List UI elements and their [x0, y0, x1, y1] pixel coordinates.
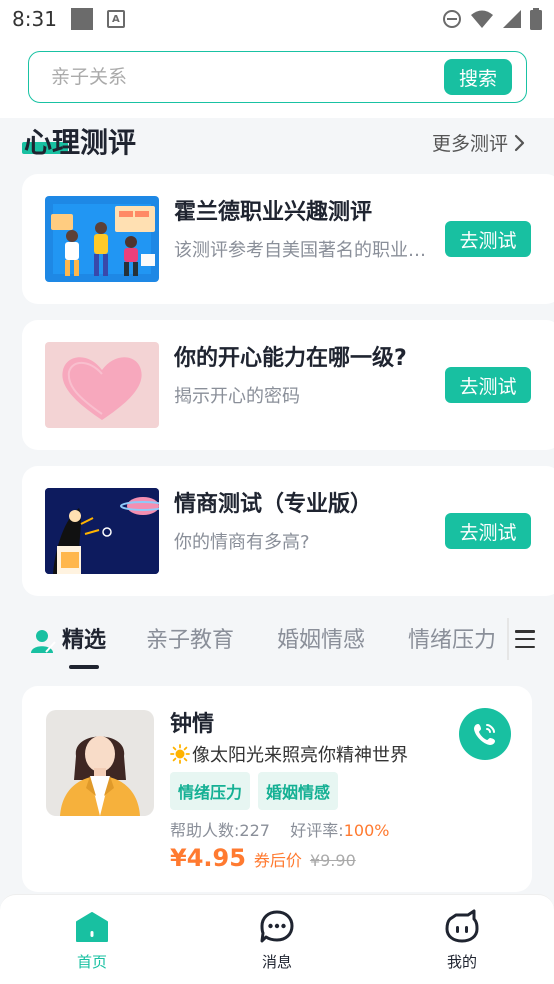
price-now: ¥4.95	[170, 844, 246, 872]
category-tabs: 精选 亲子教育 婚姻情感 情绪压力	[0, 610, 554, 672]
nav-home[interactable]: 首页	[52, 909, 132, 972]
counselor-price: ¥4.95 券后价 ¥9.90	[170, 844, 356, 872]
more-tests-label: 更多测评	[431, 133, 508, 155]
bottom-nav: 首页 消息 我的	[0, 894, 554, 984]
nav-home-label: 首页	[76, 953, 107, 971]
tag-stress: 情绪压力	[170, 772, 251, 810]
nav-messages-label: 消息	[261, 953, 292, 971]
dnd-icon	[443, 10, 461, 28]
test-title: 你的开心能力在哪一级?	[174, 346, 407, 371]
status-time: 8:31	[12, 7, 57, 31]
nav-messages[interactable]: 消息	[237, 909, 317, 972]
search-button[interactable]: 搜索	[444, 59, 512, 95]
take-test-button[interactable]: 去测试	[445, 367, 531, 403]
test-card[interactable]: 情商测试（专业版） 你的情商有多高? 去测试	[22, 466, 554, 596]
test-title: 霍兰德职业兴趣测评	[174, 200, 373, 225]
home-icon	[76, 912, 108, 942]
phone-icon	[474, 724, 495, 745]
heart-image	[45, 342, 159, 428]
price-original: ¥9.90	[309, 851, 356, 870]
test-card[interactable]: 霍兰德职业兴趣测评 该测评参考自美国著名的职业指导专家 去测试	[22, 174, 554, 304]
search-input[interactable]	[51, 66, 444, 88]
career-test-image	[45, 196, 159, 282]
battery-icon	[530, 8, 542, 30]
test-desc: 你的情商有多高?	[174, 532, 310, 553]
counselor-stats: 帮助人数:227 好评率:100%	[170, 817, 389, 841]
more-tests-link[interactable]: 更多测评	[432, 129, 526, 156]
tab-featured[interactable]: 精选	[62, 622, 106, 654]
tab-parenting[interactable]: 亲子教育	[146, 622, 234, 654]
eq-test-image	[45, 488, 159, 574]
status-bar: 8:31 A	[0, 0, 554, 38]
sun-icon	[170, 744, 190, 764]
tab-divider	[507, 618, 509, 660]
square-notification-icon	[70, 8, 93, 30]
nav-profile[interactable]: 我的	[422, 909, 502, 972]
wifi-icon	[471, 10, 493, 28]
a-notification-icon: A	[106, 10, 125, 28]
call-button[interactable]	[459, 708, 511, 760]
message-icon	[260, 910, 294, 943]
active-tab-indicator	[69, 665, 99, 669]
counselor-name: 钟情	[170, 712, 215, 737]
counselor-card[interactable]: 钟情 像太阳光来照亮你精神世界 情绪压力 婚姻情感 帮助人数:227 好评率:1…	[22, 686, 532, 892]
counselor-tags: 情绪压力 婚姻情感	[170, 772, 339, 810]
tab-marriage[interactable]: 婚姻情感	[277, 622, 365, 654]
counselor-avatar	[46, 710, 154, 816]
nav-profile-label: 我的	[446, 953, 477, 971]
chevron-right-icon	[514, 134, 525, 151]
rating-label: 好评率:	[290, 821, 344, 840]
section-title: 心理测评	[24, 126, 137, 159]
system-icons	[442, 8, 542, 30]
test-desc: 该测评参考自美国著名的职业指导专家	[174, 240, 430, 261]
counselor-motto: 像太阳光来照亮你精神世界	[192, 745, 408, 766]
profile-icon	[445, 909, 479, 943]
price-coupon-label: 券后价	[253, 851, 302, 870]
test-card[interactable]: 你的开心能力在哪一级? 揭示开心的密码 去测试	[22, 320, 554, 450]
tag-marriage: 婚姻情感	[258, 772, 339, 810]
counselor-motto-row: 像太阳光来照亮你精神世界	[170, 741, 408, 767]
user-icon	[31, 630, 56, 653]
test-title: 情商测试（专业版）	[174, 492, 373, 517]
helped-label: 帮助人数:	[170, 821, 240, 840]
tab-stress[interactable]: 情绪压力	[408, 622, 496, 654]
search-bar: 搜索	[28, 51, 527, 103]
test-desc: 揭示开心的密码	[174, 386, 300, 407]
rating-value: 100%	[343, 821, 390, 840]
menu-icon[interactable]	[515, 628, 537, 650]
take-test-button[interactable]: 去测试	[445, 513, 531, 549]
take-test-button[interactable]: 去测试	[445, 221, 531, 257]
signal-icon	[503, 10, 521, 28]
helped-count: 227	[239, 821, 270, 840]
